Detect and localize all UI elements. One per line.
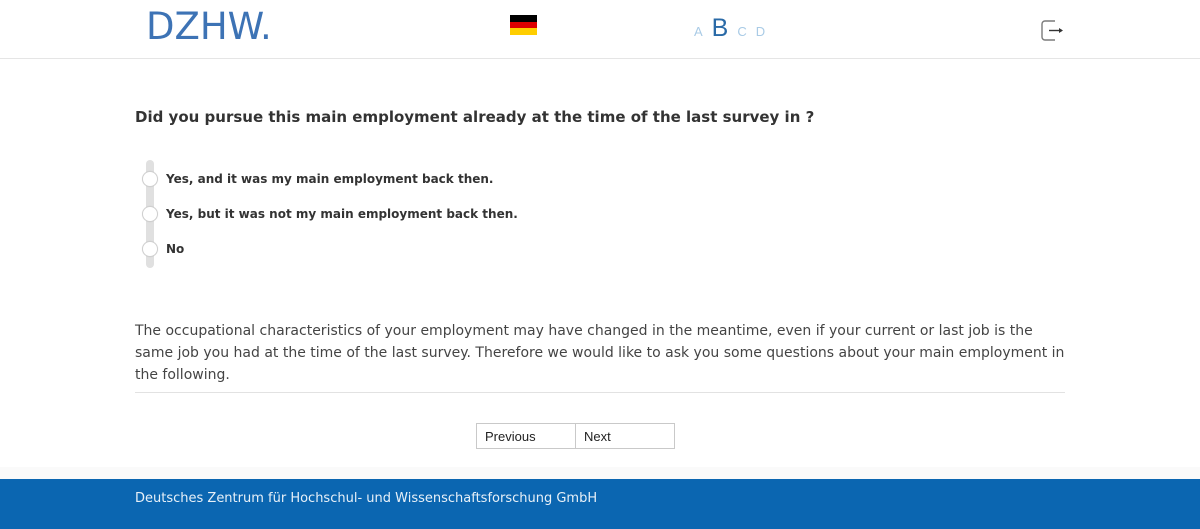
info-text: The occupational characteristics of your… — [135, 323, 1065, 383]
radio-button[interactable] — [142, 241, 158, 257]
option-no[interactable]: No — [142, 241, 184, 257]
page-footer: Deutsches Zentrum für Hochschul- und Wis… — [0, 479, 1200, 529]
flag-stripe-red — [510, 21, 537, 29]
radio-button[interactable] — [142, 206, 158, 222]
previous-button[interactable]: Previous — [476, 423, 576, 449]
flag-stripe-gold — [510, 28, 537, 36]
german-flag-icon[interactable] — [510, 15, 537, 36]
dzhw-logo: DZHW. — [146, 5, 272, 48]
radio-button[interactable] — [142, 171, 158, 187]
next-button[interactable]: Next — [576, 423, 675, 449]
question-text: Did you pursue this main employment alre… — [135, 108, 815, 126]
option-label: Yes, and it was my main employment back … — [166, 172, 494, 186]
option-label: No — [166, 242, 185, 256]
footer-spacer — [0, 467, 1200, 479]
footer-text: Deutsches Zentrum für Hochschul- und Wis… — [135, 491, 598, 506]
font-size-b[interactable]: B — [712, 14, 729, 43]
font-size-c[interactable]: C — [737, 24, 746, 39]
flag-stripe-black — [510, 15, 537, 22]
font-size-a[interactable]: A — [694, 24, 703, 39]
logout-icon[interactable] — [1041, 20, 1064, 41]
option-yes-main[interactable]: Yes, and it was my main employment back … — [142, 171, 493, 187]
option-label: Yes, but it was not my main employment b… — [166, 207, 518, 221]
font-size-d[interactable]: D — [756, 24, 765, 39]
divider — [135, 392, 1065, 393]
page-header: DZHW. A B C D — [0, 0, 1200, 59]
option-yes-not-main[interactable]: Yes, but it was not my main employment b… — [142, 206, 518, 222]
navigation-buttons: Previous Next — [476, 423, 675, 449]
font-size-selector: A B C D — [694, 14, 765, 44]
